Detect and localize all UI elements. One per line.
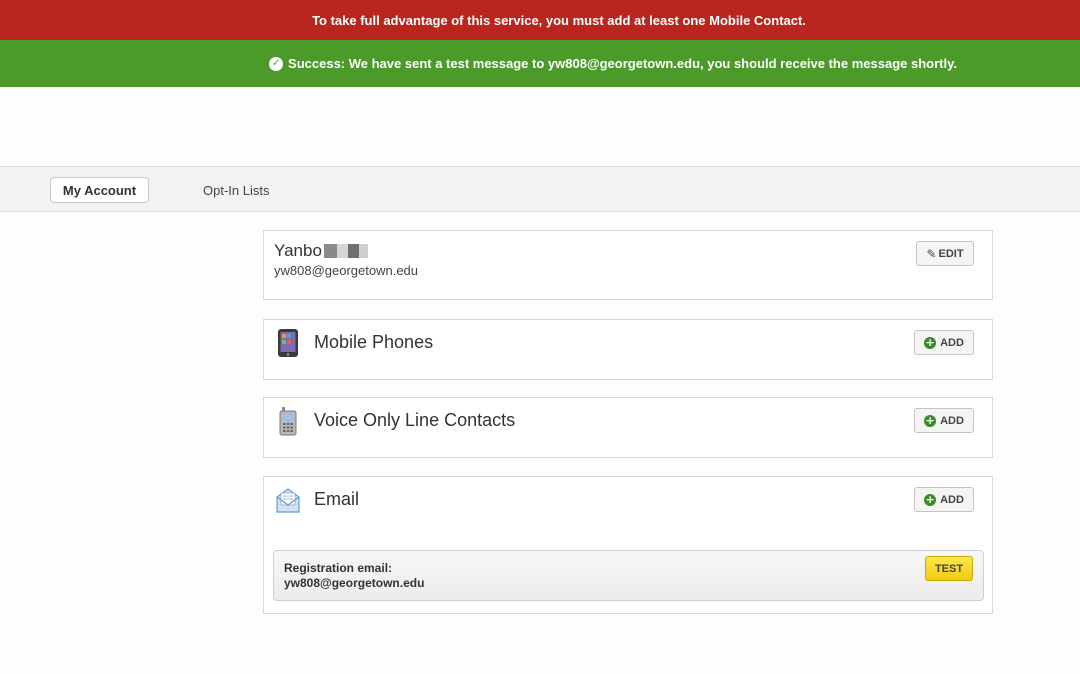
account-name-text: Yanbo [274,241,322,260]
tab-opt-in-lists[interactable]: Opt-In Lists [203,177,269,203]
envelope-icon [276,488,300,513]
success-text: Success: We have sent a test message to … [288,56,957,71]
add-voice-label: ADD [940,414,964,427]
account-email: yw808@georgetown.edu [274,263,419,278]
voice-contacts-card: Voice Only Line Contacts + ADD [263,397,993,458]
account-name: Yanbo [274,241,368,261]
add-voice-button[interactable]: + ADD [914,408,974,433]
edit-icon: ✎ [926,246,937,261]
tab-my-account[interactable]: My Account [50,177,149,203]
check-circle-icon: ✓ [269,56,284,71]
test-button[interactable]: TEST [925,556,973,581]
cell-phone-icon [279,407,297,436]
mobile-phones-card: Mobile Phones + ADD [263,319,993,380]
mobile-phones-title: Mobile Phones [314,332,434,352]
add-mobile-button[interactable]: + ADD [914,330,974,355]
plus-circle-icon: + [924,413,937,427]
edit-button-label: EDIT [938,247,964,260]
add-email-label: ADD [940,493,964,506]
voice-contacts-title: Voice Only Line Contacts [314,410,516,430]
account-card: Yanbo yw808@georgetown.edu ✎ EDIT [263,230,993,300]
email-title: Email [314,489,360,509]
account-nav: My Account Opt-In Lists [0,166,1080,212]
warning-banner: To take full advantage of this service, … [0,0,1080,40]
add-email-button[interactable]: + ADD [914,487,974,512]
redacted-text [323,244,368,258]
add-mobile-label: ADD [940,336,964,349]
smartphone-icon [278,329,298,357]
warning-text: To take full advantage of this service, … [312,12,806,28]
email-card: Email + ADD Registration email: yw808@ge… [263,476,993,614]
plus-circle-icon: + [924,492,937,506]
success-banner: ✓ Success: We have sent a test message t… [0,40,1080,87]
registration-email-label: Registration email: [284,561,393,575]
edit-button[interactable]: ✎ EDIT [916,241,974,266]
registration-email-box: Registration email: yw808@georgetown.edu… [273,550,984,601]
plus-circle-icon: + [924,335,937,349]
registration-email-value: yw808@georgetown.edu [284,576,425,590]
